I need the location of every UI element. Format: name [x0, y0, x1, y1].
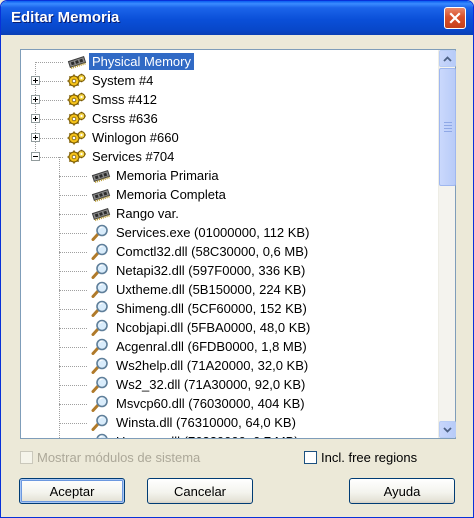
- edit-memory-dialog: Editar Memoria Physical Memory System #4 S…: [0, 0, 474, 518]
- tree-item-label: Services.exe (01000000, 112 KB): [116, 225, 310, 240]
- process-gear-icon: [67, 72, 87, 89]
- process-gear-icon: [67, 148, 87, 165]
- incl-free-regions-option[interactable]: Incl. free regions: [304, 449, 417, 466]
- tree-item[interactable]: Netapi32.dll (597F0000, 336 KB): [21, 261, 438, 280]
- magnifier-icon: [91, 281, 111, 298]
- scroll-up-button[interactable]: [439, 50, 456, 67]
- tree-item-label: Msvcp60.dll (76030000, 404 KB): [116, 396, 305, 411]
- tree-item-label: Ws2_32.dll (71A30000, 92,0 KB): [116, 377, 306, 392]
- tree-item[interactable]: Ws2_32.dll (71A30000, 92,0 KB): [21, 375, 438, 394]
- collapse-icon[interactable]: [31, 152, 40, 161]
- tree-item-label: Winlogon #660: [92, 130, 179, 145]
- tree-item-label: Winsta.dll (76310000, 64,0 KB): [116, 415, 296, 430]
- magnifier-icon: [91, 300, 111, 317]
- title-bar[interactable]: Editar Memoria: [1, 1, 473, 35]
- expand-icon[interactable]: [31, 76, 40, 85]
- tree-item-label: Userenv.dll (76320000, 0,7 MB): [113, 433, 302, 438]
- show-system-modules-option[interactable]: Mostrar módulos de sistema: [20, 449, 200, 466]
- tree-item-label: Shimeng.dll (5CF60000, 152 KB): [116, 301, 307, 316]
- memory-chip-icon: [91, 186, 111, 203]
- tree-item-label: Ncobjapi.dll (5FBA0000, 48,0 KB): [116, 320, 311, 335]
- tree-item-label: Smss #412: [92, 92, 158, 107]
- tree-item-label: Memoria Completa: [116, 187, 226, 202]
- tree-item-label: Ws2help.dll (71A20000, 32,0 KB): [116, 358, 309, 373]
- tree-item[interactable]: Shimeng.dll (5CF60000, 152 KB): [21, 299, 438, 318]
- cancel-button[interactable]: Cancelar: [147, 478, 253, 504]
- tree-item-label: Services #704: [92, 149, 175, 164]
- tree-item[interactable]: Comctl32.dll (58C30000, 0,6 MB): [21, 242, 438, 261]
- thumb-grip: [444, 125, 452, 126]
- magnifier-icon: [91, 338, 111, 355]
- process-gear-icon: [67, 91, 87, 108]
- incl-free-regions-checkbox[interactable]: [304, 451, 317, 464]
- tree-item[interactable]: Uxtheme.dll (5B150000, 224 KB): [21, 280, 438, 299]
- close-button[interactable]: [444, 7, 466, 29]
- memory-chip-icon: [91, 205, 111, 222]
- tree-item-label: Acgenral.dll (6FDB0000, 1,8 MB): [116, 339, 307, 354]
- magnifier-icon: [91, 262, 111, 279]
- show-system-modules-checkbox[interactable]: [20, 451, 33, 464]
- tree-item[interactable]: Winlogon #660: [21, 128, 438, 147]
- tree-item-label: Rango var.: [116, 206, 179, 221]
- accept-button[interactable]: Aceptar: [19, 478, 125, 504]
- show-system-modules-label: Mostrar módulos de sistema: [37, 450, 201, 465]
- tree-item-label: Uxtheme.dll (5B150000, 224 KB): [116, 282, 307, 297]
- magnifier-icon: [91, 357, 111, 374]
- process-gear-icon: [67, 110, 87, 127]
- tree-item-label: Comctl32.dll (58C30000, 0,6 MB): [116, 244, 309, 259]
- tree-item[interactable]: Csrss #636: [21, 109, 438, 128]
- tree-item[interactable]: Rango var.: [21, 204, 438, 223]
- help-button[interactable]: Ayuda: [349, 478, 455, 504]
- magnifier-icon: [91, 243, 111, 260]
- scroll-down-button[interactable]: [439, 421, 456, 438]
- tree-item[interactable]: Memoria Completa: [21, 185, 438, 204]
- tree-item[interactable]: Userenv.dll (76320000, 0,7 MB): [21, 432, 438, 438]
- tree-item-label: Memoria Primaria: [116, 168, 219, 183]
- chevron-down-icon: [443, 426, 452, 433]
- thumb-grip: [444, 128, 452, 129]
- tree-item[interactable]: Acgenral.dll (6FDB0000, 1,8 MB): [21, 337, 438, 356]
- memory-tree-view[interactable]: Physical Memory System #4 Smss #412 Csrss #…: [20, 49, 456, 439]
- tree-item[interactable]: Ncobjapi.dll (5FBA0000, 48,0 KB): [21, 318, 438, 337]
- window-title: Editar Memoria: [11, 9, 120, 26]
- memory-chip-icon: [91, 167, 111, 184]
- tree-item[interactable]: Services #704: [21, 147, 438, 166]
- magnifier-icon: [91, 414, 111, 431]
- thumb-grip: [444, 131, 452, 132]
- magnifier-icon: [91, 224, 111, 241]
- tree-item[interactable]: Msvcp60.dll (76030000, 404 KB): [21, 394, 438, 413]
- magnifier-icon: [91, 319, 111, 336]
- thumb-grip: [444, 122, 452, 123]
- tree-item[interactable]: Ws2help.dll (71A20000, 32,0 KB): [21, 356, 438, 375]
- tree-item-label: Netapi32.dll (597F0000, 336 KB): [116, 263, 306, 278]
- magnifier-icon: [91, 395, 111, 412]
- tree-item-label: Physical Memory: [89, 53, 194, 70]
- chevron-up-icon: [443, 55, 452, 62]
- tree-item[interactable]: System #4: [21, 71, 438, 90]
- tree-item[interactable]: Smss #412: [21, 90, 438, 109]
- memory-chip-icon: [67, 53, 87, 70]
- close-icon: [449, 12, 461, 24]
- tree-item[interactable]: Services.exe (01000000, 112 KB): [21, 223, 438, 242]
- expand-icon[interactable]: [31, 114, 40, 123]
- magnifier-icon: [91, 376, 111, 393]
- tree-item[interactable]: Physical Memory: [21, 52, 438, 71]
- expand-icon[interactable]: [31, 133, 40, 142]
- tree-item[interactable]: Winsta.dll (76310000, 64,0 KB): [21, 413, 438, 432]
- vertical-scrollbar[interactable]: [438, 50, 456, 438]
- tree-items: Physical Memory System #4 Smss #412 Csrss #…: [21, 50, 438, 438]
- tree-item[interactable]: Memoria Primaria: [21, 166, 438, 185]
- magnifier-icon: [91, 433, 111, 438]
- tree-item-label: System #4: [92, 73, 154, 88]
- scroll-thumb[interactable]: [439, 68, 456, 186]
- tree-item-label: Csrss #636: [92, 111, 158, 126]
- incl-free-regions-label: Incl. free regions: [321, 450, 418, 465]
- expand-icon[interactable]: [31, 95, 40, 104]
- process-gear-icon: [67, 129, 87, 146]
